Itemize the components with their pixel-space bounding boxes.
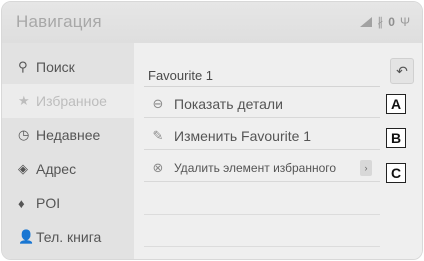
- contact-icon: 👤: [18, 229, 35, 244]
- callout-c: C: [386, 163, 406, 183]
- empty-row: [144, 186, 380, 215]
- back-icon: ↶: [396, 62, 408, 79]
- clock-icon: ◷: [18, 127, 30, 142]
- details-icon: ⊖: [152, 95, 164, 111]
- star-icon: ★: [18, 93, 30, 108]
- option-label: Изменить Favourite 1: [174, 127, 312, 144]
- sidebar-item-label: Адрес: [36, 161, 77, 177]
- callout-a: A: [386, 94, 406, 114]
- callout-b: B: [386, 128, 406, 148]
- sidebar-item-label: POI: [36, 195, 61, 211]
- sidebar-item-recent[interactable]: ◷ Недавнее: [2, 118, 134, 152]
- top-bar: Навигация ∦ 0 Ψ: [2, 2, 422, 43]
- bluetooth-icon: ∦: [377, 15, 384, 29]
- sidebar-item-poi[interactable]: ♦ POI: [2, 186, 134, 220]
- sidebar-item-address[interactable]: ◈ Адрес: [2, 152, 134, 186]
- antenna-icon: Ψ: [399, 15, 410, 29]
- sidebar-item-label: Недавнее: [36, 127, 101, 143]
- back-button[interactable]: ↶: [390, 58, 414, 84]
- delete-icon: ⊗: [152, 159, 164, 175]
- pencil-icon: ✎: [152, 127, 164, 143]
- favourite-header: Favourite 1: [144, 56, 380, 87]
- sidebar-item-phonebook[interactable]: 👤 Тел. книга: [2, 220, 134, 254]
- edit-favourite-button[interactable]: ✎ Изменить Favourite 1: [144, 122, 380, 150]
- pin-icon: ♦: [18, 195, 25, 211]
- sidebar-item-label: Поиск: [36, 59, 75, 75]
- bluetooth-count: 0: [388, 15, 395, 29]
- search-icon: ⚲: [18, 59, 28, 74]
- show-details-button[interactable]: ⊖ Показать детали: [144, 90, 380, 118]
- status-area: ∦ 0 Ψ: [360, 15, 410, 29]
- sidebar-item-label: Тел. книга: [36, 229, 102, 245]
- address-icon: ◈: [18, 161, 28, 176]
- option-label: Показать детали: [174, 95, 283, 112]
- signal-icon: [360, 17, 373, 27]
- screen-frame: Навигация ∦ 0 Ψ ⚲ Поиск ★ Избранное ◷ Не…: [1, 1, 423, 260]
- favourite-title: Favourite 1: [148, 68, 214, 83]
- app-title: Навигация: [16, 12, 102, 31]
- sidebar-item-search[interactable]: ⚲ Поиск: [2, 50, 134, 84]
- option-label: Удалить элемент избранного: [174, 160, 337, 175]
- more-arrow-icon: ›: [360, 160, 372, 176]
- sidebar-item-label: Избранное: [36, 93, 107, 109]
- delete-favourite-button[interactable]: ⊗ Удалить элемент избранного ›: [144, 154, 380, 182]
- empty-row: [144, 218, 380, 247]
- main-panel: Favourite 1 ↶ ⊖ Показать детали ✎ Измени…: [134, 43, 422, 259]
- sidebar: ⚲ Поиск ★ Избранное ◷ Недавнее ◈ Адрес ♦…: [2, 43, 134, 259]
- sidebar-item-favourites[interactable]: ★ Избранное: [2, 84, 134, 118]
